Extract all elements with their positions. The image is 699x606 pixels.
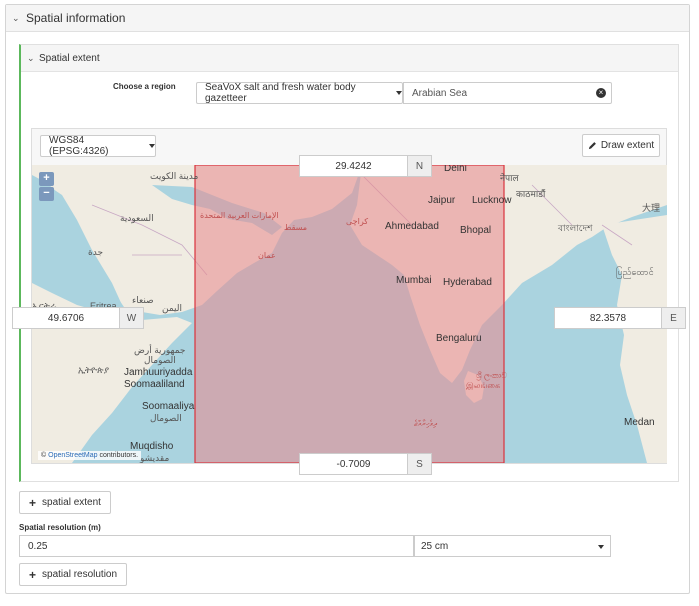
clear-icon[interactable]: × — [596, 88, 606, 98]
map-label-yemen: اليمن — [162, 303, 183, 313]
map-label-lucknow: Lucknow — [472, 195, 512, 206]
plus-icon: + — [29, 495, 37, 510]
crs-label: WGS84 (EPSG:4326) — [49, 135, 109, 157]
spatial-information-header[interactable]: ⌄ Spatial information — [6, 5, 689, 32]
west-label: W — [119, 308, 143, 328]
map-label-medan: Medan — [624, 417, 655, 428]
map-attribution: © OpenStreetMap contributors. — [38, 451, 142, 460]
map-label-srilanka: ශ්‍රී ලංකාව — [476, 371, 507, 380]
chevron-down-icon: ⌄ — [27, 52, 35, 63]
north-coordinate-field[interactable]: 29.4242 N — [299, 155, 432, 177]
east-label: E — [661, 308, 685, 328]
add-spatial-extent-button[interactable]: + spatial extent — [19, 491, 111, 514]
caret-down-icon — [598, 545, 604, 549]
map-label-china: 大理 — [642, 203, 661, 213]
south-label: S — [407, 454, 431, 474]
map-label-ethiopia: ኢትዮጵያ — [78, 365, 110, 375]
map-label-sanaa: صنعاء — [132, 295, 154, 305]
map-label-ahmedabad: Ahmedabad — [385, 221, 439, 232]
attribution-suffix: contributors. — [99, 452, 139, 459]
pencil-icon — [588, 142, 596, 150]
map-label-oman: عمان — [258, 251, 276, 260]
map-label-soomaaliya: Soomaaliya — [142, 401, 195, 412]
map-label-bangladesh: বাংলাদেশ — [558, 223, 593, 233]
west-coordinate-field[interactable]: 49.6706 W — [12, 307, 144, 329]
add-spatial-resolution-label: spatial resolution — [42, 569, 118, 580]
map-label-karachi: كراچی — [346, 217, 369, 226]
north-label: N — [407, 156, 431, 176]
zoom-out-button[interactable]: − — [39, 187, 54, 201]
add-spatial-extent-label: spatial extent — [42, 497, 101, 508]
map-label-bengaluru: Bengaluru — [436, 333, 482, 344]
map-label-srilanka2: இலங்கை — [466, 381, 501, 390]
region-label: Choose a region — [113, 82, 176, 91]
map-label-soomaaliya-ar: الصومال — [150, 413, 182, 423]
add-spatial-resolution-button[interactable]: + spatial resolution — [19, 563, 128, 586]
resolution-unit-select[interactable]: 25 cm — [414, 535, 611, 557]
draw-extent-button[interactable]: Draw extent — [582, 134, 660, 157]
map-label-hyderabad: Hyderabad — [443, 277, 492, 288]
map-label-nepal: नेपाल — [500, 173, 519, 183]
plus-icon: + — [29, 567, 37, 582]
south-value: -0.7009 — [336, 458, 371, 470]
caret-down-icon — [396, 91, 402, 95]
map-label-jamhuuriyadda: Jamhuuriyadda — [124, 367, 193, 378]
resolution-unit-value: 25 cm — [421, 540, 449, 552]
map-label-saudi: السعودية — [120, 213, 154, 223]
spatial-extent-header[interactable]: ⌄ Spatial extent — [21, 45, 678, 72]
openstreetmap-link[interactable]: OpenStreetMap — [48, 452, 97, 459]
spatial-resolution-label: Spatial resolution (m) — [19, 523, 101, 532]
map-label-kuwait: مدينة الكويت — [150, 171, 199, 181]
south-coordinate-field[interactable]: -0.7009 S — [299, 453, 432, 475]
spatial-resolution-value: 0.25 — [28, 540, 48, 552]
zoom-in-button[interactable]: + — [39, 172, 54, 186]
map-label-somali: الصومال — [144, 355, 176, 365]
map-label-mumbai: Mumbai — [396, 275, 432, 286]
map-label-jaipur: Jaipur — [428, 195, 456, 206]
map-label-myanmar: ပြည်ထောင် — [616, 267, 654, 277]
attribution-prefix: © — [41, 452, 47, 459]
east-coordinate-field[interactable]: 82.3578 E — [554, 307, 686, 329]
spatial-resolution-input[interactable]: 0.25 — [19, 535, 414, 557]
map-label-maldives: ދިވެހިރާއްޖެ — [414, 419, 437, 428]
zoom-controls: + − — [39, 172, 55, 202]
region-input[interactable]: Arabian Sea × — [403, 82, 612, 104]
selected-extent-rect — [194, 165, 505, 463]
panel-title: Spatial information — [26, 11, 126, 25]
west-value: 49.6706 — [47, 312, 85, 324]
region-value: Arabian Sea — [412, 87, 468, 99]
crs-dropdown[interactable]: WGS84 (EPSG:4326) — [40, 135, 156, 157]
map-label-uae: الإمارات العربية المتحدة — [200, 211, 279, 220]
gazetteer-dropdown[interactable]: SeaVoX salt and fresh water body gazette… — [196, 82, 403, 104]
map-panel: WGS84 (EPSG:4326) Draw extent + − مدينة … — [31, 128, 667, 464]
section-title: Spatial extent — [39, 52, 100, 64]
map-label-muscat: مسقط — [284, 223, 308, 232]
caret-down-icon — [149, 144, 155, 148]
gazetteer-label: SeaVoX salt and fresh water body gazette… — [205, 82, 356, 104]
map-label-bhopal: Bhopal — [460, 225, 492, 236]
map-label-kathmandu: काठमाडौं — [516, 189, 546, 199]
map-label-jeddah: جدة — [88, 247, 104, 257]
chevron-down-icon: ⌄ — [12, 12, 20, 23]
north-value: 29.4242 — [335, 160, 372, 172]
map-label-delhi: Delhi — [444, 165, 467, 174]
map-label-soomaaliland: Soomaaliland — [124, 379, 185, 390]
east-value: 82.3578 — [589, 312, 627, 324]
draw-extent-label: Draw extent — [600, 140, 655, 151]
map-label-muqdisho-ar: مقديشو — [140, 453, 170, 463]
